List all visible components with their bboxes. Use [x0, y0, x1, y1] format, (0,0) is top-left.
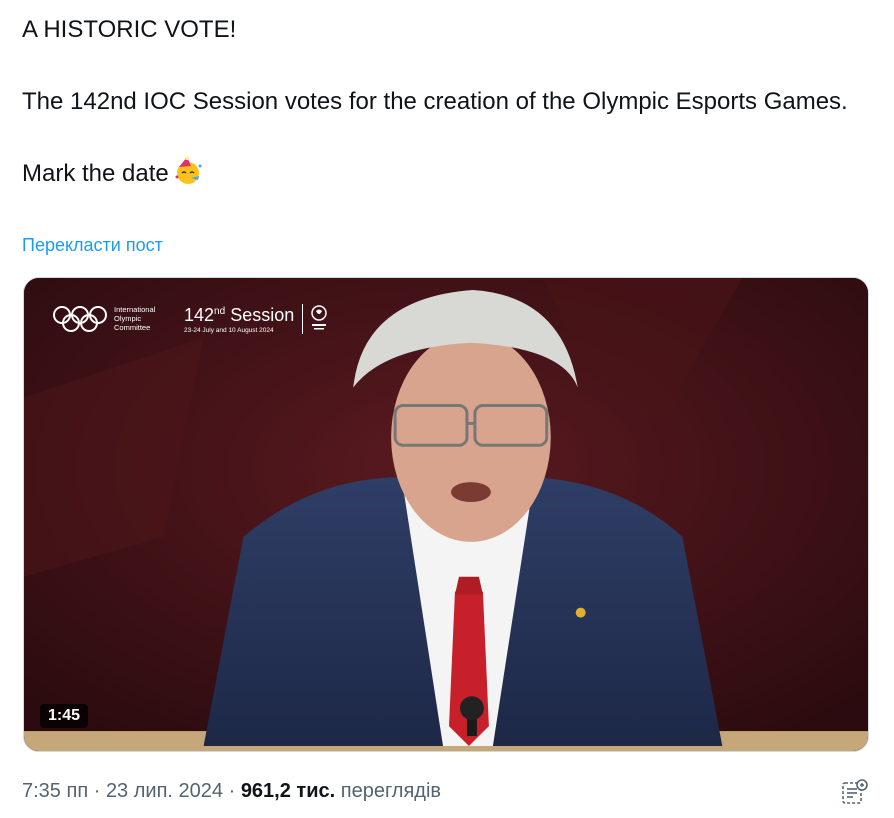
session-info: 142nd Session 23-24 July and 10 August 2… — [184, 302, 294, 335]
ioc-name-line-3: Committee — [114, 323, 151, 332]
video-thumbnail — [24, 278, 868, 751]
analytics-icon[interactable] — [840, 778, 868, 806]
post-time[interactable]: 7:35 пп — [22, 780, 88, 802]
overlay-divider — [302, 303, 304, 334]
session-title: 142nd Session — [184, 302, 294, 325]
ioc-name-line-2: Olympic — [114, 314, 142, 323]
post-date[interactable]: 23 лип. 2024 — [106, 780, 223, 802]
video-overlay-branding: International Olympic Committee 142nd Se… — [52, 302, 329, 335]
ioc-name: International Olympic Committee — [114, 305, 170, 332]
tweet-text: A HISTORIC VOTE! The 142nd IOC Session v… — [22, 12, 872, 196]
tweet-line-headline: A HISTORIC VOTE! — [22, 16, 237, 43]
session-word: Session — [230, 305, 295, 325]
tweet-line-body: The 142nd IOC Session votes for the crea… — [22, 88, 848, 115]
tweet-metadata: 7:35 пп · 23 лип. 2024 · 961,2 тис. пере… — [22, 780, 441, 803]
meta-separator: · — [223, 780, 241, 802]
session-suffix: nd — [214, 306, 226, 317]
tweet-closing-text: Mark the date — [22, 160, 169, 187]
views-label: переглядів — [340, 780, 442, 802]
video-duration-badge: 1:45 — [40, 704, 89, 728]
meta-separator: · — [88, 780, 106, 802]
ioc-name-line-1: International — [114, 305, 156, 314]
session-number: 142 — [184, 305, 215, 325]
session-dates: 23-24 July and 10 August 2024 — [184, 327, 274, 334]
translate-post-link[interactable]: Перекласти пост — [22, 235, 163, 256]
tweet-line-closing: Mark the date — [22, 156, 872, 196]
views-count: 961,2 тис. — [240, 780, 336, 802]
olympic-rings-icon — [53, 305, 107, 332]
paris-2024-logo-icon — [311, 304, 327, 329]
video-player[interactable]: International Olympic Committee 142nd Se… — [23, 277, 869, 752]
party-face-icon — [173, 156, 203, 196]
